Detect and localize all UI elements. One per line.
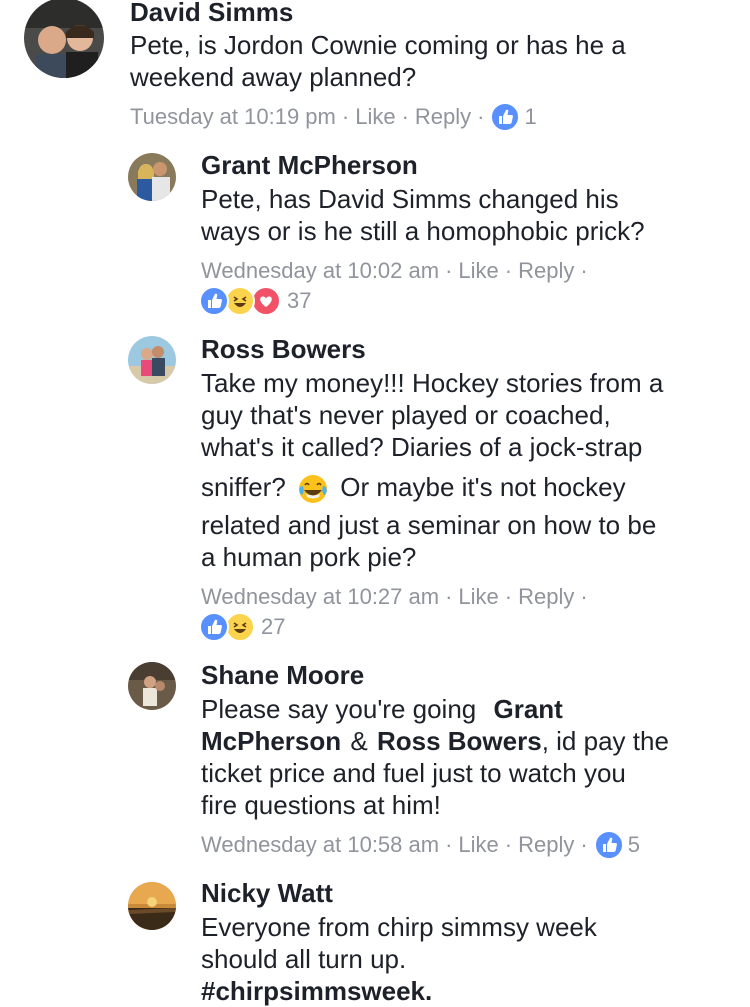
- comment-line: what's it called? Diaries of a jock-stra…: [201, 432, 643, 462]
- haha-reaction-icon: [225, 612, 255, 642]
- like-link[interactable]: Like: [458, 256, 498, 286]
- comment-line-with-emoji: sniffer? Or maybe it's not hockey: [201, 471, 663, 505]
- avatar[interactable]: [128, 336, 176, 384]
- timestamp[interactable]: Wednesday at 10:02 am: [201, 256, 439, 286]
- comment-meta: Tuesday at 10:19 pm · Like · Reply · 1: [130, 102, 537, 132]
- reaction-summary[interactable]: 27: [199, 612, 285, 642]
- comment-grant-mcpherson: Grant McPherson Pete, has David Simms ch…: [0, 140, 750, 320]
- mention-grant-mcpherson[interactable]: Grant: [493, 694, 562, 724]
- comment-fragment: sniffer?: [201, 472, 286, 502]
- reaction-count: 37: [287, 288, 312, 313]
- reply-link[interactable]: Reply: [518, 582, 574, 612]
- comment-fragment: , id pay the: [541, 726, 669, 756]
- avatar[interactable]: [128, 662, 176, 710]
- comment-line: related and just a seminar on how to be: [201, 510, 657, 541]
- comment-line: ways or is he still a homophobic prick?: [201, 216, 645, 246]
- comment-david-simms: David Simms Pete, is Jordon Cownie comin…: [0, 0, 750, 140]
- love-reaction-icon: [251, 286, 281, 316]
- mention-ross-bowers[interactable]: Ross Bowers: [377, 726, 542, 756]
- comment-text: Everyone from chirp simmsy week should a…: [201, 911, 597, 1007]
- tears-of-joy-emoji-icon: [297, 473, 329, 505]
- like-link[interactable]: Like: [458, 830, 498, 860]
- avatar[interactable]: [128, 882, 176, 930]
- comment-line: weekend away planned?: [130, 62, 417, 92]
- like-reaction-icon: [199, 612, 229, 642]
- like-link[interactable]: Like: [458, 582, 498, 612]
- comment-author[interactable]: Nicky Watt: [201, 877, 333, 909]
- reply-link[interactable]: Reply: [415, 102, 471, 132]
- avatar[interactable]: [128, 153, 176, 201]
- comment-line: ticket price and fuel just to watch you: [201, 758, 626, 788]
- reaction-count[interactable]: 5: [628, 830, 640, 860]
- timestamp[interactable]: Wednesday at 10:27 am: [201, 582, 439, 612]
- comment-fragment: &: [350, 726, 368, 756]
- like-link[interactable]: Like: [355, 102, 395, 132]
- comment-shane-moore: Shane Moore Please say you're going Gran…: [0, 650, 750, 870]
- comment-line: should all turn up.: [201, 944, 407, 974]
- reply-link[interactable]: Reply: [518, 256, 574, 286]
- comment-text: Please say you're going Grant McPherson …: [201, 693, 669, 821]
- comment-line: guy that's never played or coached,: [201, 400, 611, 430]
- comment-line: Everyone from chirp simmsy week: [201, 912, 597, 942]
- comment-fragment: Or maybe it's not hockey: [340, 472, 626, 502]
- timestamp[interactable]: Tuesday at 10:19 pm: [130, 102, 336, 132]
- comment-text: Pete, is Jordon Cownie coming or has he …: [130, 29, 626, 93]
- comment-line: fire questions at him!: [201, 790, 441, 820]
- like-reaction-icon: [199, 286, 229, 316]
- reaction-count[interactable]: 1: [524, 102, 536, 132]
- reply-link[interactable]: Reply: [518, 830, 574, 860]
- comment-line: a human pork pie?: [201, 542, 417, 573]
- comment-meta: Wednesday at 10:02 am · Like · Reply ·: [201, 256, 594, 286]
- comment-line: Pete, has David Simms changed his: [201, 184, 619, 214]
- comment-text: Pete, has David Simms changed his ways o…: [201, 183, 645, 247]
- comment-ross-bowers: Ross Bowers Take my money!!! Hockey stor…: [0, 320, 750, 650]
- reaction-summary[interactable]: 37: [199, 286, 311, 316]
- reaction-count: 27: [261, 614, 286, 639]
- mention-grant-mcpherson[interactable]: McPherson: [201, 726, 341, 756]
- comment-author[interactable]: Grant McPherson: [201, 149, 418, 181]
- timestamp[interactable]: Wednesday at 10:58 am: [201, 830, 439, 860]
- comment-line: Take my money!!! Hockey stories from a: [201, 368, 664, 398]
- comment-text: Take my money!!! Hockey stories from a g…: [201, 367, 663, 573]
- comment-fragment: Please say you're going: [201, 694, 477, 724]
- hashtag-link[interactable]: #chirpsimmsweek.: [201, 975, 597, 1007]
- avatar[interactable]: [24, 0, 104, 78]
- comment-line: Pete, is Jordon Cownie coming or has he …: [130, 30, 626, 60]
- comment-author[interactable]: David Simms: [130, 0, 293, 28]
- haha-reaction-icon: [225, 286, 255, 316]
- comment-meta: Wednesday at 10:27 am · Like · Reply ·: [201, 582, 594, 612]
- like-reaction-icon[interactable]: [593, 830, 624, 860]
- comment-nicky-watt: Nicky Watt Everyone from chirp simmsy we…: [0, 870, 750, 1006]
- like-reaction-icon[interactable]: [490, 102, 521, 132]
- comment-meta: Wednesday at 10:58 am · Like · Reply · 5: [201, 830, 640, 860]
- comment-author[interactable]: Shane Moore: [201, 659, 364, 691]
- comment-author[interactable]: Ross Bowers: [201, 333, 366, 365]
